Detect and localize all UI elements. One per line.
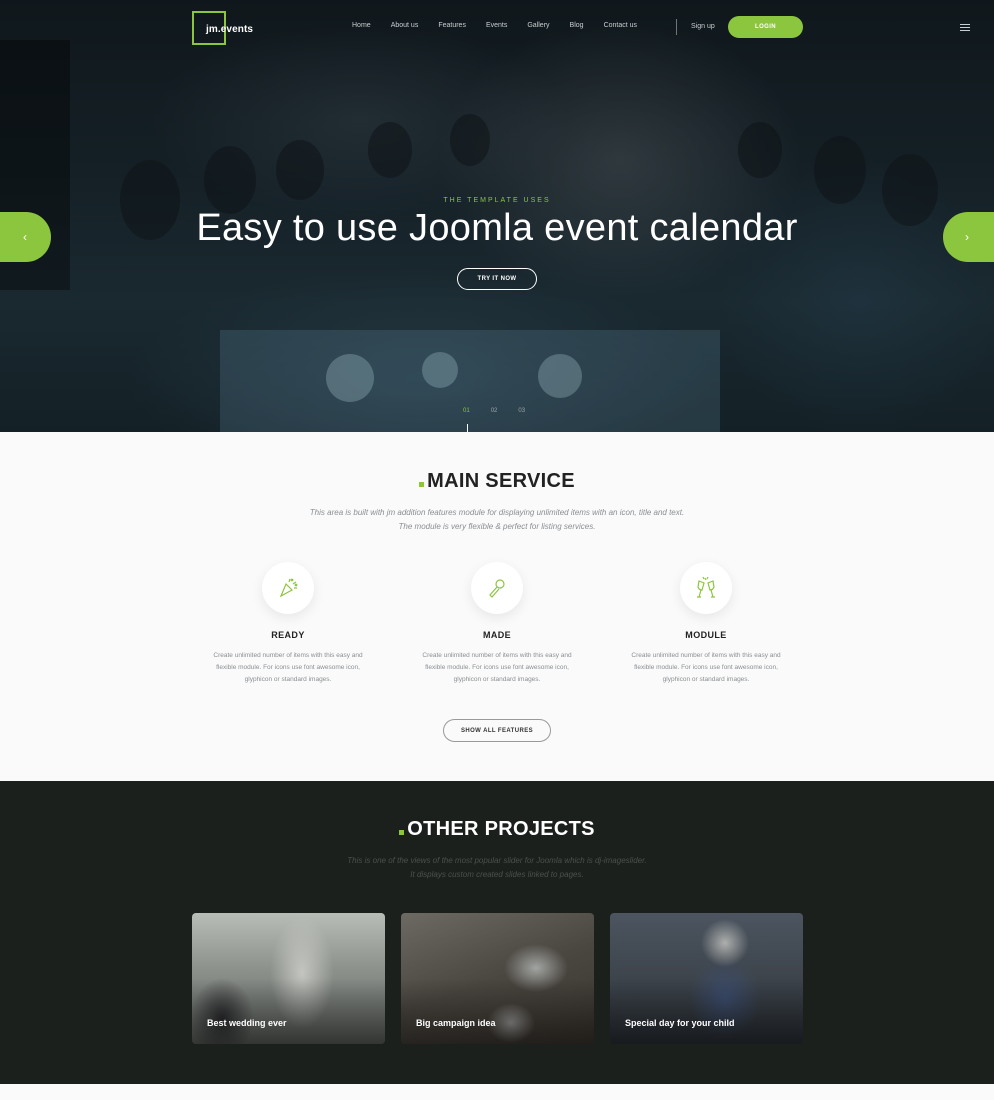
footer-band: [0, 1084, 994, 1100]
slide-indicator-2[interactable]: 02: [491, 408, 498, 414]
other-projects-section: OTHER PROJECTS This is one of the views …: [0, 781, 994, 1084]
show-all-features-button[interactable]: SHOW ALL FEATURES: [443, 719, 551, 742]
slide-indicator-3[interactable]: 03: [518, 408, 525, 414]
nav-item-blog[interactable]: Blog: [570, 22, 584, 29]
project-card-campaign[interactable]: Big campaign idea: [401, 913, 594, 1044]
feature-title: MODULE: [685, 630, 727, 640]
feature-item: READY Create unlimited number of items w…: [199, 562, 377, 686]
section-subtitle: This is one of the views of the most pop…: [347, 856, 647, 879]
hero-slider: jm.events Home About us Features Events …: [0, 0, 994, 432]
champagne-glasses-icon: [680, 562, 732, 614]
feature-item: MODULE Create unlimited number of items …: [617, 562, 795, 686]
nav-item-gallery[interactable]: Gallery: [527, 22, 549, 29]
signup-link[interactable]: Sign up: [691, 23, 715, 30]
project-card-wedding[interactable]: Best wedding ever: [192, 913, 385, 1044]
main-service-section: MAIN SERVICE This area is built with jm …: [0, 432, 994, 781]
main-nav: Home About us Features Events Gallery Bl…: [352, 22, 657, 29]
hero-eyebrow: THE TEMPLATE USES: [443, 197, 551, 204]
project-card-label[interactable]: Big campaign idea: [416, 1018, 496, 1028]
feature-description: Create unlimited number of items with th…: [422, 652, 572, 683]
nav-divider: [676, 19, 677, 35]
section-title-main-service: MAIN SERVICE: [0, 470, 994, 493]
slide-progress-line: [467, 424, 468, 432]
project-card-label[interactable]: Special day for your child: [625, 1018, 735, 1028]
microphone-icon: [471, 562, 523, 614]
nav-item-home[interactable]: Home: [352, 22, 371, 29]
feature-item: MADE Create unlimited number of items wi…: [408, 562, 586, 686]
logo-text[interactable]: jm.events: [206, 24, 253, 35]
accent-square: [419, 482, 425, 487]
accent-square: [399, 830, 405, 835]
nav-item-features[interactable]: Features: [438, 22, 466, 29]
nav-item-about[interactable]: About us: [391, 22, 419, 29]
try-it-now-button[interactable]: TRY IT NOW: [457, 268, 537, 290]
slider-pagination: 01 02 03: [463, 408, 525, 414]
login-button[interactable]: LOGIN: [728, 16, 803, 38]
section-subtitle: This area is built with jm addition feat…: [309, 508, 685, 531]
hero-headline: Easy to use Joomla event calendar: [196, 207, 798, 249]
project-card-child[interactable]: Special day for your child: [610, 913, 803, 1044]
nav-item-events[interactable]: Events: [486, 22, 507, 29]
nav-item-contact[interactable]: Contact us: [604, 22, 637, 29]
party-popper-icon: [262, 562, 314, 614]
project-card-label[interactable]: Best wedding ever: [207, 1018, 287, 1028]
slide-indicator-1[interactable]: 01: [463, 408, 470, 414]
feature-title: MADE: [482, 630, 512, 640]
feature-title: READY: [271, 630, 305, 640]
feature-description: Create unlimited number of items with th…: [631, 652, 781, 683]
section-title-other-projects: OTHER PROJECTS: [0, 818, 994, 841]
feature-description: Create unlimited number of items with th…: [213, 652, 363, 683]
menu-icon[interactable]: [960, 24, 970, 33]
